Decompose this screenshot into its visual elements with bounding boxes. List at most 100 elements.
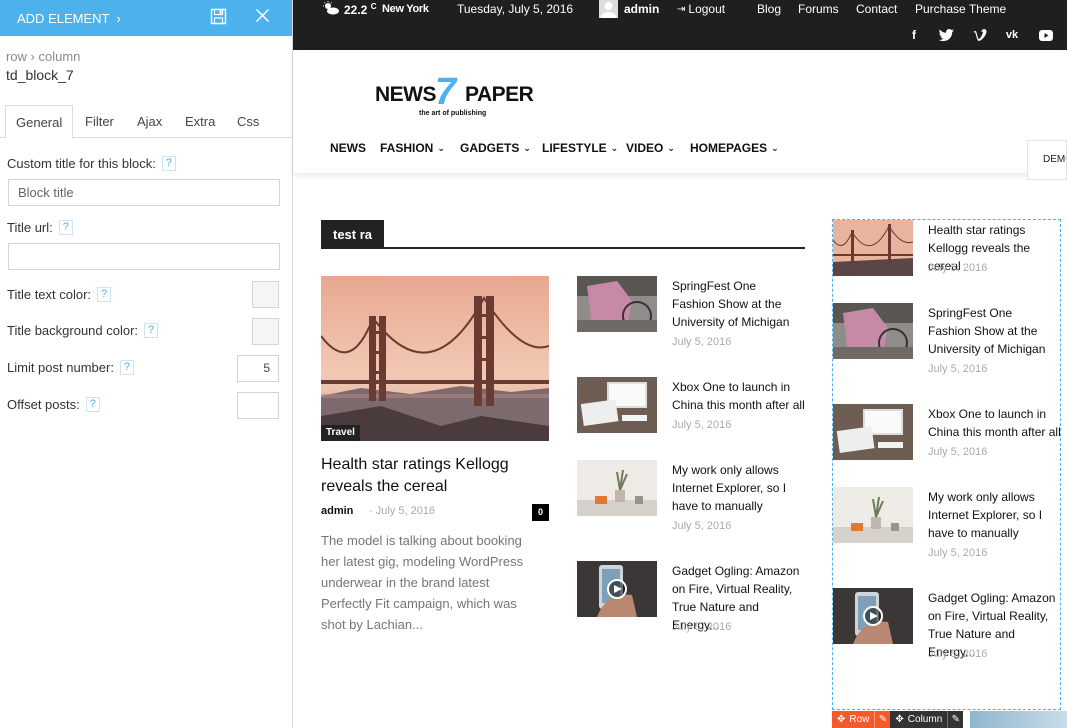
column-handle[interactable]: ✥ Column	[890, 711, 948, 728]
weather-icon	[322, 1, 340, 18]
offset-posts-input[interactable]	[237, 392, 279, 419]
youtube-icon[interactable]	[1038, 27, 1054, 43]
title-text-color-label: Title text color: ?	[7, 287, 112, 302]
offset-posts-label: Offset posts: ?	[7, 397, 100, 412]
help-icon[interactable]: ?	[85, 397, 100, 412]
site-header: NEWS 7 PAPER the art of publishing NEWS …	[293, 50, 1067, 180]
menu-item-fashion[interactable]: FASHION ⌄	[380, 141, 445, 155]
panel-tabs: General Filter Ajax Extra Css	[0, 105, 292, 139]
help-icon[interactable]: ?	[97, 287, 112, 302]
post-thumbnail[interactable]	[577, 561, 657, 617]
top-link-purchase[interactable]: Purchase Theme	[915, 2, 1006, 16]
menu-item-fashion-label: FASHION	[380, 141, 434, 155]
custom-title-input[interactable]: Block title	[8, 179, 280, 206]
title-text-color-label-text: Title text color:	[7, 287, 92, 302]
title-bg-color-picker[interactable]	[252, 318, 279, 345]
breadcrumb[interactable]: row › column	[6, 49, 80, 64]
tab-ajax[interactable]: Ajax	[127, 105, 172, 138]
menu-item-lifestyle[interactable]: LIFESTYLE ⌄	[542, 141, 618, 155]
row-edit-icon[interactable]: ✎	[874, 711, 891, 728]
featured-image[interactable]: Travel	[321, 276, 549, 441]
featured-author[interactable]: admin	[321, 505, 353, 517]
category-tag[interactable]: Travel	[321, 425, 360, 441]
tab-css[interactable]: Css	[227, 105, 269, 138]
menu-item-video[interactable]: VIDEO ⌄	[626, 141, 675, 155]
block-title: test ra	[321, 220, 805, 249]
temperature: 22.2 C	[344, 2, 376, 17]
custom-title-label-text: Custom title for this block:	[7, 156, 156, 171]
builder-toolbar: ✥ Row ✎ ✥ Column ✎	[832, 711, 964, 728]
title-text-color-picker[interactable]	[252, 281, 279, 308]
post-thumbnail[interactable]	[577, 377, 657, 433]
twitter-icon[interactable]	[938, 27, 954, 43]
top-date: Tuesday, July 5, 2016	[457, 2, 574, 16]
logout-link[interactable]: ⇥ Logout	[677, 2, 725, 16]
post-title[interactable]: My work only allows Internet Explorer, s…	[928, 488, 1064, 542]
title-url-input[interactable]	[8, 243, 280, 270]
top-link-forums[interactable]: Forums	[798, 2, 839, 16]
add-element-button[interactable]: ADD ELEMENT ›	[17, 11, 121, 26]
post-title[interactable]: Xbox One to launch in China this month a…	[672, 378, 807, 414]
help-icon[interactable]: ?	[119, 360, 134, 375]
block-title-text[interactable]: test ra	[321, 220, 385, 247]
post-date: July 5, 2016	[672, 419, 732, 431]
post-thumbnail[interactable]	[833, 220, 913, 276]
menu-item-news-label: NEWS	[330, 141, 366, 155]
save-icon[interactable]	[208, 6, 228, 26]
vk-icon[interactable]: vk	[1004, 27, 1020, 43]
post-date: July 5, 2016	[672, 520, 732, 532]
post-title[interactable]: SpringFest One Fashion Show at the Unive…	[672, 277, 802, 331]
user-avatar[interactable]	[599, 0, 618, 18]
row-handle[interactable]: ✥ Row	[832, 711, 875, 728]
demos-button[interactable]: DEMOS	[1027, 140, 1067, 180]
post-thumbnail[interactable]	[833, 588, 913, 644]
menu-item-lifestyle-label: LIFESTYLE	[542, 141, 607, 155]
title-url-label-text: Title url:	[7, 220, 53, 235]
chevron-down-icon: ⌄	[667, 142, 675, 153]
vimeo-icon[interactable]	[972, 27, 988, 43]
comment-count-badge[interactable]: 0	[532, 504, 549, 521]
top-link-blog[interactable]: Blog	[757, 2, 781, 16]
title-url-label: Title url: ?	[7, 220, 73, 235]
menu-item-news[interactable]: NEWS	[330, 141, 366, 155]
chevron-down-icon: ⌄	[610, 142, 619, 153]
post-thumbnail[interactable]	[577, 276, 657, 332]
facebook-icon[interactable]: f	[906, 27, 922, 43]
featured-title[interactable]: Health star ratings Kellogg reveals the …	[321, 454, 556, 498]
limit-post-label-text: Limit post number:	[7, 360, 114, 375]
panel-header: ADD ELEMENT ›	[0, 0, 292, 36]
post-thumbnail[interactable]	[833, 303, 913, 359]
featured-excerpt: The model is talking about booking her l…	[321, 533, 524, 632]
post-title[interactable]: SpringFest One Fashion Show at the Unive…	[928, 304, 1058, 358]
chevron-right-icon: ›	[116, 10, 121, 26]
chevron-down-icon: ⌄	[523, 142, 531, 153]
chevron-down-icon: ⌄	[437, 142, 445, 153]
post-thumbnail[interactable]	[577, 460, 657, 516]
post-date: July 5, 2016	[672, 336, 732, 348]
site-topbar: 22.2 C New York Tuesday, July 5, 2016 ad…	[293, 0, 1067, 50]
move-icon: ✥	[895, 714, 904, 725]
menu-item-gadgets[interactable]: GADGETS ⌄	[460, 141, 531, 155]
help-icon[interactable]: ?	[144, 323, 159, 338]
close-icon[interactable]	[252, 5, 272, 25]
tab-general[interactable]: General	[5, 105, 74, 139]
limit-post-input[interactable]: 5	[237, 355, 279, 382]
post-thumbnail[interactable]	[833, 404, 913, 460]
temperature-value: 22.2	[344, 3, 368, 17]
offset-posts-label-text: Offset posts:	[7, 397, 80, 412]
tab-extra[interactable]: Extra	[175, 105, 225, 138]
chevron-down-icon: ⌄	[771, 142, 779, 153]
partial-image	[970, 711, 1067, 728]
menu-item-homepages[interactable]: HOMEPAGES ⌄	[690, 141, 779, 155]
help-icon[interactable]: ?	[58, 220, 73, 235]
tab-filter[interactable]: Filter	[75, 105, 124, 138]
top-user-link[interactable]: admin	[624, 2, 659, 16]
menu-item-homepages-label: HOMEPAGES	[690, 141, 768, 155]
help-icon[interactable]: ?	[161, 156, 176, 171]
post-title[interactable]: My work only allows Internet Explorer, s…	[672, 461, 812, 515]
post-title[interactable]: Xbox One to launch in China this month a…	[928, 405, 1063, 441]
column-edit-icon[interactable]: ✎	[947, 711, 964, 728]
post-thumbnail[interactable]	[833, 487, 913, 543]
site-logo[interactable]: NEWS 7 PAPER the art of publishing	[375, 71, 545, 120]
top-link-contact[interactable]: Contact	[856, 2, 897, 16]
